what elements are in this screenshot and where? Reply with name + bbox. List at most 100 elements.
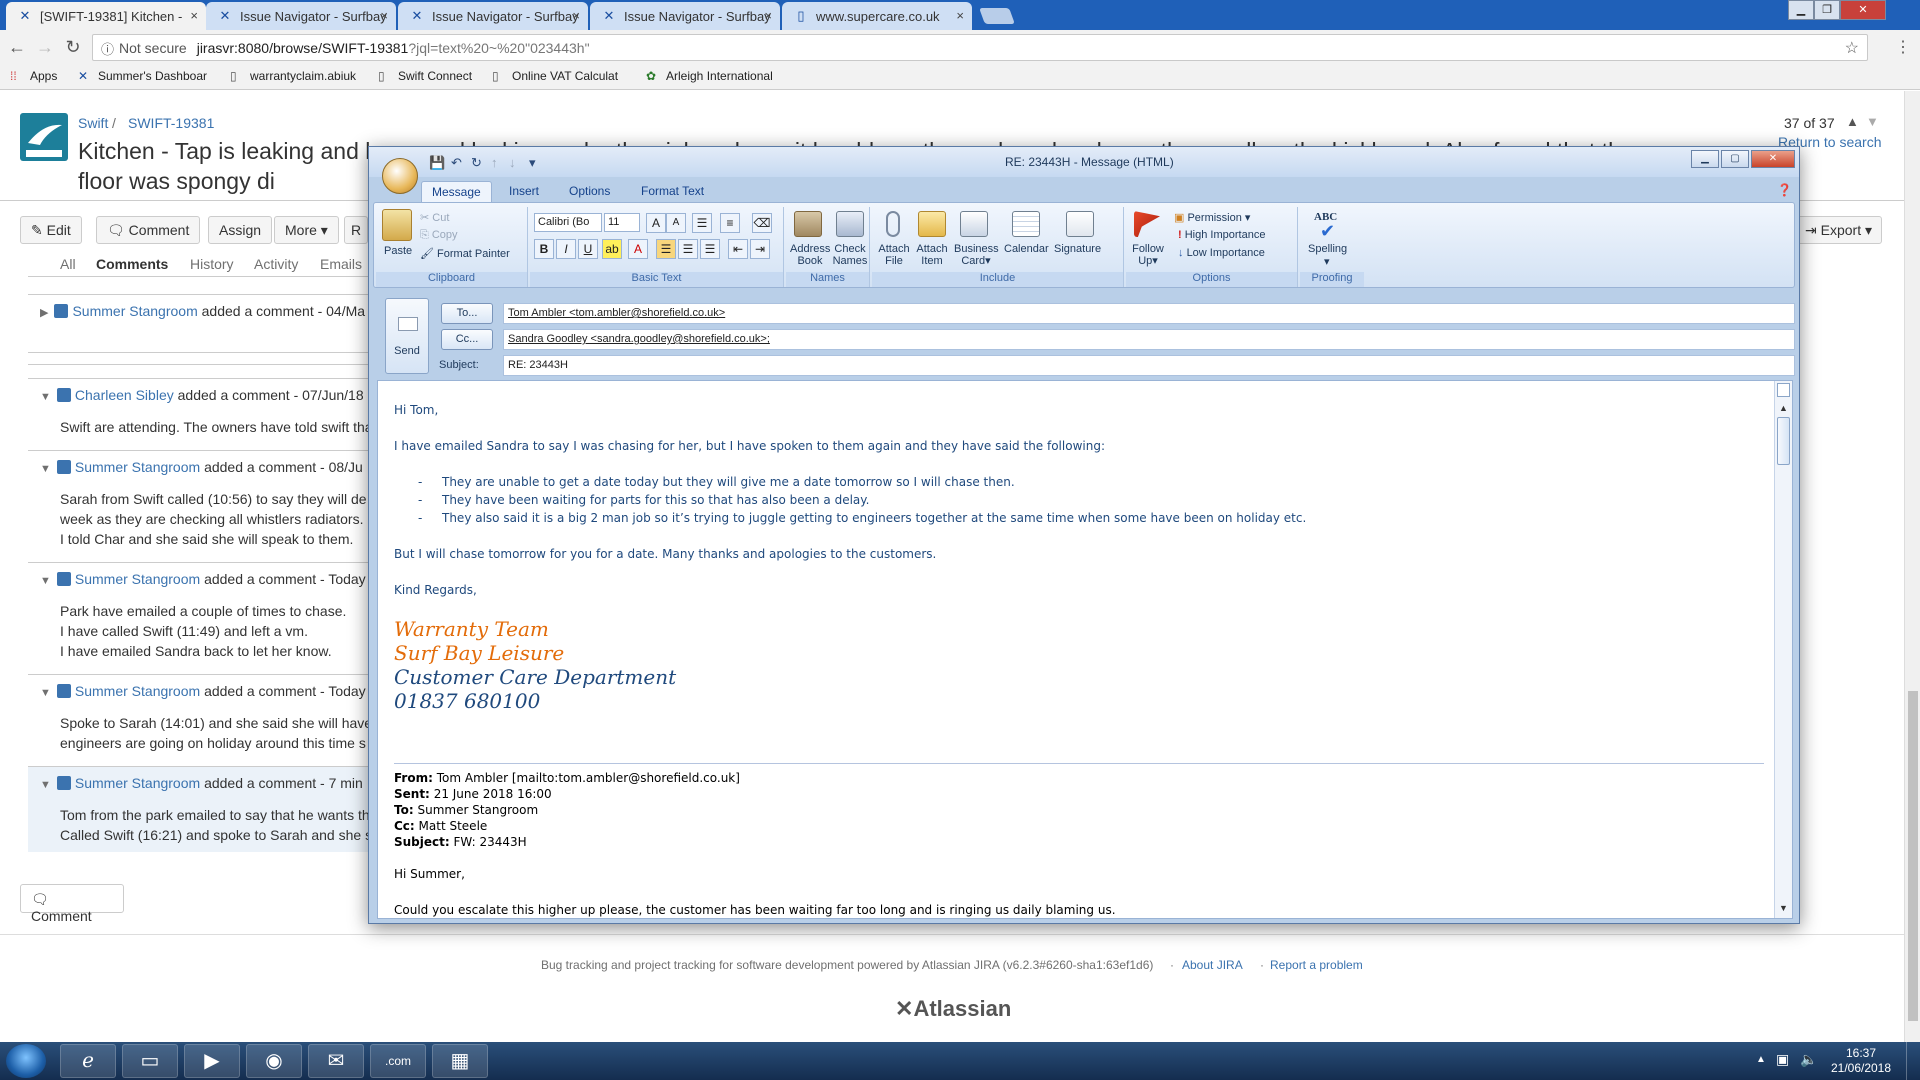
bookmark-summers-dashboard[interactable]: ✕ Summer's Dashboar (78, 69, 207, 83)
restore-button[interactable]: ❐ (1814, 0, 1840, 20)
comment-author[interactable]: Summer Stangroom (72, 303, 197, 319)
chevron-right-icon[interactable]: ▶ (40, 307, 48, 319)
bookmark-apps[interactable]: ⁞⁞ Apps (10, 69, 57, 83)
outlook-close-button[interactable]: ✕ (1751, 150, 1795, 168)
export-button[interactable]: ⇥ Export ▾ (1794, 216, 1882, 244)
chevron-down-icon[interactable]: ▼ (40, 779, 51, 791)
about-jira-link[interactable]: About JIRA (1182, 958, 1243, 972)
internet-explorer-icon[interactable]: ℯ (60, 1044, 116, 1078)
to-button[interactable]: To... (441, 303, 493, 324)
up-arrow-icon[interactable]: ↑ (491, 155, 498, 170)
network-icon[interactable]: ▣ (1776, 1051, 1789, 1068)
align-left-icon[interactable]: ☰ (656, 239, 676, 259)
check-names-button[interactable]: Check Names (832, 243, 868, 267)
send-button[interactable]: Send (385, 298, 429, 374)
comment-author[interactable]: Summer Stangroom (75, 683, 200, 699)
cc-button[interactable]: Cc... (441, 329, 493, 350)
font-color-icon[interactable]: A (628, 239, 648, 259)
page-scrollbar-thumb[interactable] (1908, 691, 1918, 1021)
cc-field[interactable]: Sandra Goodley <sandra.goodley@shorefiel… (503, 329, 1795, 350)
comment-author[interactable]: Summer Stangroom (75, 459, 200, 475)
outlook-icon[interactable]: ✉ (308, 1044, 364, 1078)
grid-app-icon[interactable]: ▦ (432, 1044, 488, 1078)
chrome-menu-icon[interactable]: ⋮ (1892, 37, 1914, 57)
close-tab-icon[interactable]: × (572, 8, 580, 23)
increase-indent-icon[interactable]: ⇥ (750, 239, 770, 259)
workflow-button[interactable]: R (344, 216, 368, 244)
new-tab-button[interactable] (979, 8, 1015, 24)
help-icon[interactable]: ❓ (1777, 183, 1792, 197)
more-button[interactable]: More ▾ (274, 216, 339, 244)
message-body[interactable]: Hi Tom, I have emailed Sandra to say I w… (377, 380, 1793, 919)
ribbon-tab-format-text[interactable]: Format Text (631, 181, 714, 202)
swift-project-logo[interactable] (20, 113, 68, 161)
bookmark-warrantyclaim[interactable]: ▯ warrantyclaim.abiuk (230, 69, 356, 83)
comment-author[interactable]: Summer Stangroom (75, 775, 200, 791)
chevron-down-icon[interactable]: ▼ (40, 687, 51, 699)
comment-author[interactable]: Charleen Sibley (75, 387, 174, 403)
scroll-down-icon[interactable]: ▼ (1779, 903, 1788, 913)
forward-arrow-icon[interactable]: → (34, 37, 56, 58)
minimize-button[interactable]: ▁ (1788, 0, 1814, 20)
browser-tab-issue-navigator-1[interactable]: ✕ Issue Navigator - Surfbay × (206, 2, 396, 30)
tab-activity[interactable]: Activity (254, 256, 298, 272)
bookmark-arleigh[interactable]: ✿ Arleigh International (646, 69, 773, 83)
to-field[interactable]: Tom Ambler <tom.ambler@shorefield.co.uk> (503, 303, 1795, 324)
media-player-icon[interactable]: ▶ (184, 1044, 240, 1078)
bookmark-swift-connect[interactable]: ▯ Swift Connect (378, 69, 472, 83)
ribbon-tab-message[interactable]: Message (421, 181, 492, 202)
paste-button[interactable]: Paste (384, 245, 412, 257)
clear-formatting-icon[interactable]: ⌫ (752, 213, 772, 233)
copy-button[interactable]: ⎘ Copy (420, 229, 458, 242)
close-window-button[interactable]: ✕ (1840, 0, 1886, 20)
browser-tab-swift-19381[interactable]: ✕ [SWIFT-19381] Kitchen - × (6, 2, 206, 30)
high-importance-button[interactable]: ! High Importance (1178, 229, 1265, 241)
assign-button[interactable]: Assign (208, 216, 273, 244)
font-name-select[interactable]: Calibri (Bo (534, 213, 602, 232)
browser-tab-issue-navigator-2[interactable]: ✕ Issue Navigator - Surfbay × (398, 2, 588, 30)
signature-button[interactable]: Signature (1054, 243, 1101, 255)
dotcom-app-icon[interactable]: .com (370, 1044, 426, 1078)
highlight-icon[interactable]: ab (602, 239, 622, 259)
down-arrow-icon[interactable]: ↓ (509, 155, 516, 170)
format-painter-button[interactable]: 🖌 Format Painter (420, 247, 510, 260)
page-scrollbar[interactable] (1904, 91, 1920, 1042)
add-comment-button[interactable]: 🗨 Comment (20, 884, 124, 924)
permission-button[interactable]: ▣ Permission ▾ (1174, 211, 1250, 224)
message-scrollbar-thumb[interactable] (1777, 417, 1790, 465)
customize-toolbar-icon[interactable]: ▾ (529, 155, 536, 171)
close-tab-icon[interactable]: × (956, 8, 964, 23)
show-desktop-button[interactable] (1906, 1042, 1920, 1080)
report-problem-link[interactable]: Report a problem (1270, 958, 1363, 972)
browser-tab-supercare[interactable]: ▯ www.supercare.co.uk × (782, 2, 972, 30)
taskbar-clock[interactable]: 16:37 21/06/2018 (1824, 1046, 1898, 1076)
italic-icon[interactable]: I (556, 239, 576, 259)
redo-icon[interactable]: ↻ (471, 155, 482, 171)
close-tab-icon[interactable]: × (190, 8, 198, 23)
file-explorer-icon[interactable]: ▭ (122, 1044, 178, 1078)
breadcrumb-project[interactable]: Swift (78, 115, 108, 131)
start-button[interactable] (6, 1044, 46, 1078)
low-importance-button[interactable]: ↓ Low Importance (1178, 247, 1265, 259)
undo-icon[interactable]: ↶ (451, 155, 462, 171)
ribbon-tab-insert[interactable]: Insert (499, 181, 549, 202)
calendar-button[interactable]: Calendar (1004, 243, 1049, 255)
cut-button[interactable]: ✂ Cut (420, 211, 449, 224)
ruler-icon[interactable] (1777, 383, 1790, 397)
follow-up-button[interactable]: Follow Up▾ (1132, 243, 1164, 267)
volume-icon[interactable]: 🔈 (1800, 1051, 1817, 1068)
grow-font-icon[interactable]: A (646, 213, 666, 233)
show-hidden-icons[interactable]: ▲ (1756, 1054, 1766, 1065)
save-icon[interactable]: 💾 (429, 155, 445, 171)
back-arrow-icon[interactable]: ← (6, 37, 28, 58)
numbering-icon[interactable]: ≡ (720, 213, 740, 233)
chevron-down-icon[interactable]: ▼ (40, 463, 51, 475)
outlook-maximize-button[interactable]: ▢ (1721, 150, 1749, 168)
address-book-button[interactable]: Address Book (790, 243, 830, 267)
pager-down-icon[interactable]: ▼ (1866, 114, 1879, 129)
bookmark-online-vat[interactable]: ▯ Online VAT Calculat (492, 69, 618, 83)
comment-action-button[interactable]: 🗨 Comment (96, 216, 201, 244)
tab-emails[interactable]: Emails (320, 256, 362, 272)
tab-comments[interactable]: Comments (96, 256, 168, 272)
shrink-font-icon[interactable]: A (666, 213, 686, 233)
